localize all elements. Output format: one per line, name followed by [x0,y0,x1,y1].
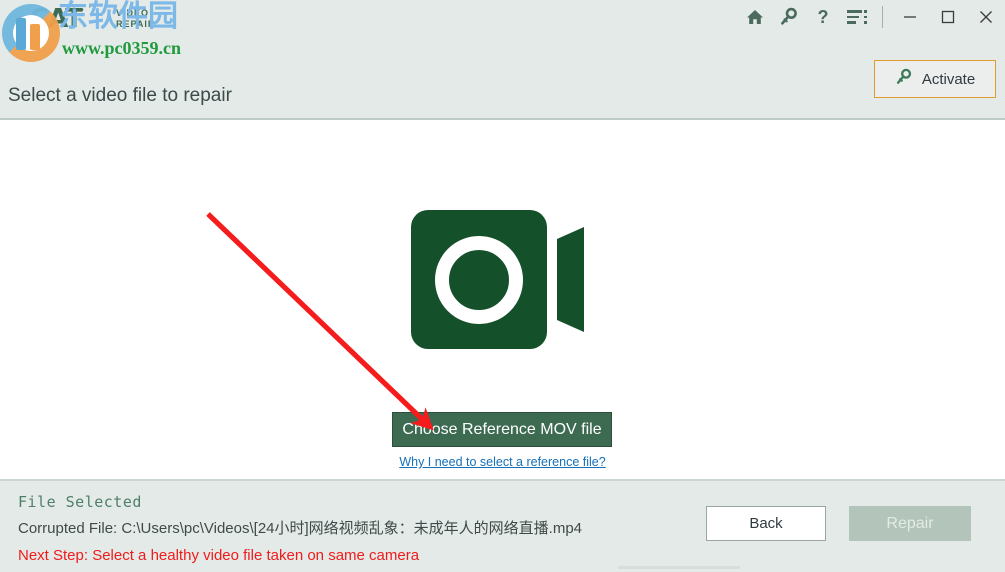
why-reference-file-link-label: Why I need to select a reference file? [399,455,606,469]
app-window: ^-^ CAT VIDEO REPAIR 东软件园 www.pc0359.cn [0,0,1005,572]
maximize-button[interactable] [929,0,967,34]
close-button[interactable] [967,0,1005,34]
watermark-bar-orange [30,24,40,50]
activate-button[interactable]: Activate [874,60,996,98]
menu-icon[interactable] [840,0,874,34]
watermark-text: 东软件园 [58,0,178,34]
watermark-bar-blue [16,18,26,50]
bottom-edge-nub [618,566,740,569]
key-icon [895,68,913,91]
next-step-message: Next Step: Select a healthy video file t… [18,547,420,564]
why-reference-file-link[interactable]: Why I need to select a reference file? [0,455,1005,469]
back-button[interactable]: Back [706,506,826,541]
repair-button[interactable]: Repair [849,506,971,541]
menu-icon-glyph [847,10,867,24]
help-icon[interactable]: ? [806,0,840,34]
key-icon[interactable] [772,0,806,34]
choose-button-label: Choose Reference MOV file [402,420,602,438]
back-button-label: Back [749,515,783,532]
activate-button-label: Activate [921,70,976,88]
choose-reference-mov-file-button[interactable]: Choose Reference MOV file [392,412,612,447]
watermark-logo-icon [2,4,64,62]
page-title: Select a video file to repair [8,85,232,106]
watermark-url: www.pc0359.cn [62,38,182,58]
repair-button-label: Repair [886,514,934,532]
titlebar-divider [882,6,883,28]
home-icon[interactable] [738,0,772,34]
minimize-button[interactable] [891,0,929,34]
svg-text:?: ? [818,7,829,27]
video-camera-icon [411,210,589,349]
file-selected-status: File Selected [18,493,142,511]
main-content: Choose Reference MOV file Why I need to … [0,122,1005,479]
app-header: ^-^ CAT VIDEO REPAIR 东软件园 www.pc0359.cn [0,0,1005,120]
window-controls: ? [738,0,1005,34]
corrupted-file-path: Corrupted File: C:\Users\pc\Videos\[24小时… [18,520,583,537]
